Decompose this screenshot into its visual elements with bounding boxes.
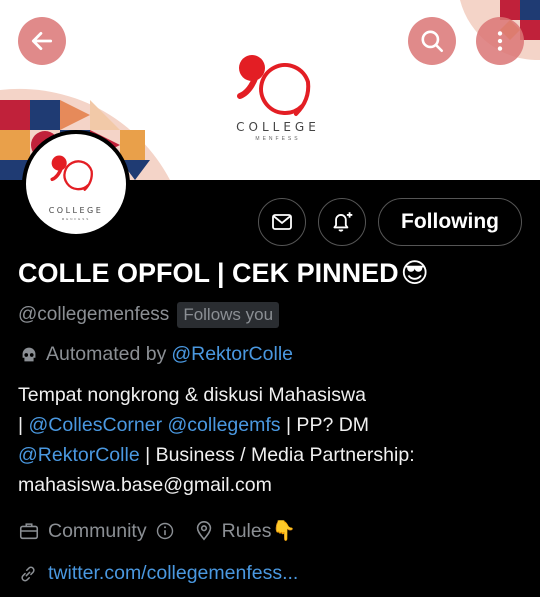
mail-icon: [272, 214, 292, 230]
bio-text-business: | Business / Media Partnership:: [145, 444, 415, 466]
profile-location: Rules: [221, 519, 272, 542]
profile-name: COLLE OPFOL | CEK PINNED: [18, 258, 399, 288]
bio-text-pp-dm: | PP? DM: [285, 414, 370, 436]
bio-email: mahasiswa.base@gmail.com: [18, 474, 272, 496]
bio-link-rektorcolle[interactable]: @RektorColle: [18, 444, 140, 466]
avatar-logo-text: COLLEGE: [48, 206, 104, 215]
briefcase-icon: [19, 523, 39, 540]
avatar-logo: [50, 155, 93, 191]
profile-bio: Tempat nongkrong & diskusi Mahasiswa | @…: [18, 380, 518, 500]
bio-line-1: Tempat nongkrong & diskusi Mahasiswa: [18, 384, 366, 406]
automated-label-row: Automated by @RektorColle: [18, 343, 293, 366]
more-vertical-icon: [497, 31, 503, 51]
bio-link-collescorner[interactable]: @CollesCorner: [29, 414, 163, 436]
automated-prefix: Automated by: [46, 343, 167, 365]
profile-website-row: twitter.com/collegemenfess...: [18, 562, 298, 585]
follows-you-badge: Follows you: [177, 302, 280, 328]
link-icon: [21, 566, 35, 581]
arrow-left-icon: [31, 32, 53, 50]
bio-link-collegemfs[interactable]: @collegemfs: [168, 414, 281, 436]
search-button[interactable]: [408, 17, 456, 65]
bio-line-3: @RektorColle | Business / Media Partners…: [18, 440, 518, 470]
banner-logo-subtext: MENFESS: [255, 136, 301, 142]
profile-handle: @collegemenfess: [18, 304, 170, 325]
following-button[interactable]: Following: [378, 198, 522, 246]
automated-by-link[interactable]: @RektorColle: [171, 343, 293, 366]
pointing-down-emoji: 👇: [271, 520, 296, 542]
bio-separator: |: [18, 414, 24, 436]
handle-row: @collegemenfess Follows you: [18, 302, 280, 328]
info-icon[interactable]: [155, 521, 175, 541]
search-icon: [421, 30, 444, 53]
avatar-logo-subtext: MENFESS: [61, 217, 91, 221]
sunglasses-emoji: 😎: [400, 258, 429, 288]
bio-line-2: | @CollesCorner @collegemfs | PP? DM: [18, 410, 518, 440]
profile-category: Community: [48, 519, 147, 542]
profile-name-row: COLLE OPFOL | CEK PINNED 😎: [18, 258, 429, 289]
message-button[interactable]: [258, 198, 306, 246]
profile-meta-row: Community Rules 👇: [18, 519, 296, 543]
avatar[interactable]: COLLEGE MENFESS: [22, 130, 130, 238]
back-button[interactable]: [18, 17, 66, 65]
robot-icon: [22, 347, 36, 361]
more-button[interactable]: [476, 17, 524, 65]
profile-website-link[interactable]: twitter.com/collegemenfess...: [48, 562, 298, 585]
notifications-button[interactable]: [318, 198, 366, 246]
bell-plus-icon: [333, 212, 353, 232]
location-pin-icon: [196, 521, 211, 541]
banner-logo-text: COLLEGE: [236, 120, 320, 134]
